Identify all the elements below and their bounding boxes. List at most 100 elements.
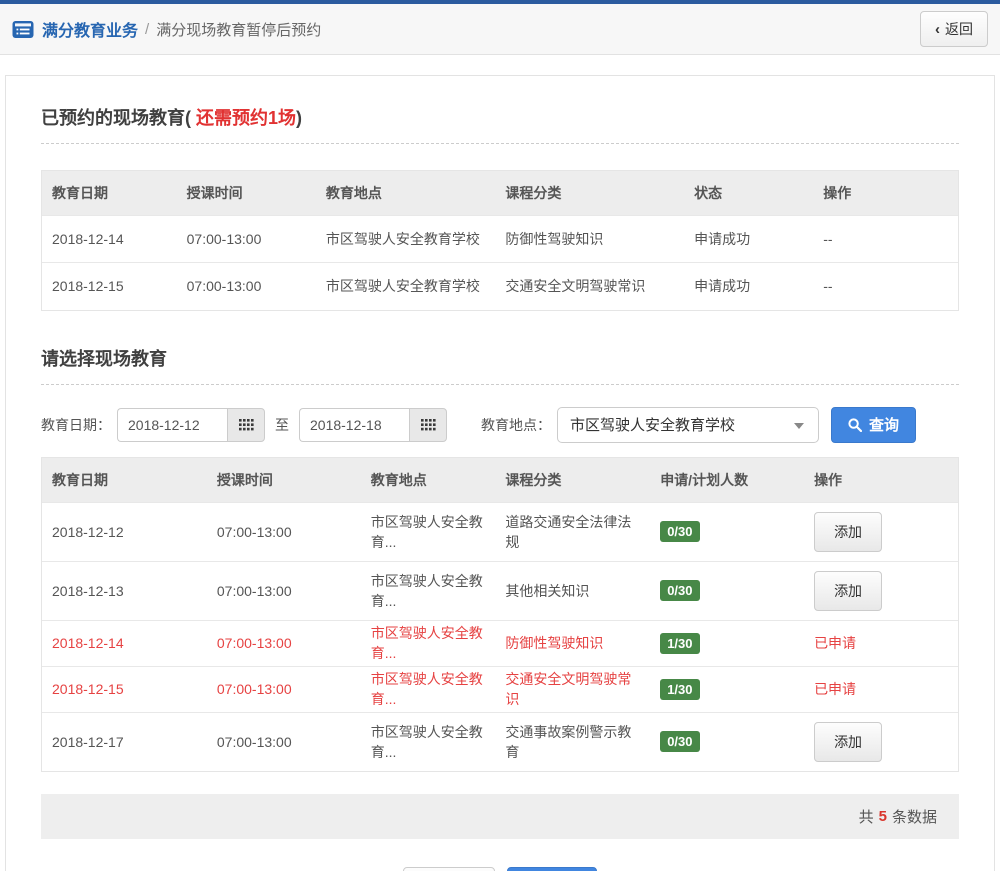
column-header: 教育地点 xyxy=(360,457,496,502)
calendar-grid-icon xyxy=(420,418,436,430)
booked-title-prefix: 已预约的现场教育( xyxy=(41,108,191,128)
cell-count: 0/30 xyxy=(650,560,805,620)
cell-date: 2018-12-14 xyxy=(42,215,177,263)
filter-bar: 教育日期： 至 xyxy=(41,406,959,443)
cell-operation[interactable]: 添加 xyxy=(804,711,958,771)
schedule-table: 教育日期 授课时间 教育地点 课程分类 申请/计划人数 操作 2018-12-12 07:0… xyxy=(41,456,959,772)
booked-table-row: 2018-12-14 07:00-13:00 市区驾驶人安全教育学校 防御性驾驶知识申… xyxy=(42,215,958,263)
calendar-grid-icon xyxy=(238,418,254,430)
record-count-bar: 共 5 条数据 xyxy=(41,794,959,839)
breadcrumb-root-link[interactable]: 满分教育业务 xyxy=(42,17,138,41)
cell-category: 交通事故案例警示教育 xyxy=(495,711,651,771)
column-header: 授课时间 xyxy=(206,457,361,502)
cell-operation: 已申请 xyxy=(804,619,958,666)
chevron-left-icon: ‹ xyxy=(935,20,940,38)
cell-location: 市区驾驶人安全教育... xyxy=(360,665,496,712)
cell-date: 2018-12-15 xyxy=(42,665,207,712)
count-suffix: 条数据 xyxy=(891,809,937,826)
cell-operation: -- xyxy=(813,262,958,310)
search-button[interactable]: 查询 xyxy=(831,406,917,443)
breadcrumb-separator: / xyxy=(145,20,150,38)
schedule-table-row: 2018-12-17 07:00-13:00 市区驾驶人安全教育... 交通事故案例警… xyxy=(42,711,958,771)
content-card: 已预约的现场教育( 还需预约1场) 教育日期 授课时间 教育地点 课程分类 状态 操作 2… xyxy=(5,75,995,871)
column-header: 课程分类 xyxy=(495,171,685,216)
column-header: 操作 xyxy=(813,171,958,216)
cell-location: 市区驾驶人安全教育... xyxy=(360,501,496,561)
booked-table: 教育日期 授课时间 教育地点 课程分类 状态 操作 2018-12-14 07:00-13:… xyxy=(41,170,959,311)
schedule-table-header-row: 教育日期 授课时间 教育地点 课程分类 申请/计划人数 操作 xyxy=(42,457,958,502)
breadcrumb-current: 满分现场教育暂停后预约 xyxy=(156,21,322,39)
select-section-title: 请选择现场教育 xyxy=(41,345,959,385)
search-button-label: 查询 xyxy=(869,417,900,434)
applied-status-text: 已申请 xyxy=(814,681,857,697)
back-button-label: 返回 xyxy=(945,21,973,37)
cell-status: 申请成功 xyxy=(684,262,814,310)
column-header: 状态 xyxy=(684,171,814,216)
cell-count: 0/30 xyxy=(650,501,805,561)
date-from-calendar-button[interactable] xyxy=(227,407,265,442)
column-header: 申请/计划人数 xyxy=(650,457,805,502)
cell-count: 1/30 xyxy=(650,665,805,712)
list-icon xyxy=(12,20,34,39)
booked-title-highlight: 还需预约1场 xyxy=(191,108,297,128)
add-button[interactable]: 添加 xyxy=(814,570,883,611)
date-range-to-label: 至 xyxy=(275,416,289,433)
cell-category: 交通安全文明驾驶常识 xyxy=(495,262,685,310)
date-to-group xyxy=(299,407,447,442)
column-header: 操作 xyxy=(804,457,958,502)
date-from-group xyxy=(117,407,265,442)
cell-date: 2018-12-17 xyxy=(42,711,207,771)
cell-operation: -- xyxy=(813,215,958,263)
cell-location: 市区驾驶人安全教育... xyxy=(360,619,496,666)
cell-location: 市区驾驶人安全教育... xyxy=(360,711,496,771)
cell-operation: 已申请 xyxy=(804,665,958,712)
count-badge: 0/30 xyxy=(660,731,700,753)
bottom-actions: 上一步 保 存 xyxy=(41,867,959,871)
cell-time: 07:00-13:00 xyxy=(176,262,316,310)
cell-status: 申请成功 xyxy=(684,215,814,263)
save-button[interactable]: 保 存 xyxy=(507,867,597,871)
booked-table-body: 2018-12-14 07:00-13:00 市区驾驶人安全教育学校 防御性驾驶知识申… xyxy=(42,215,958,310)
cell-date: 2018-12-12 xyxy=(42,501,207,561)
cell-time: 07:00-13:00 xyxy=(206,501,361,561)
cell-category: 防御性驾驶知识 xyxy=(495,215,685,263)
column-header: 课程分类 xyxy=(495,457,651,502)
location-select[interactable]: 市区驾驶人安全教育学校 xyxy=(557,406,819,443)
cell-category: 防御性驾驶知识 xyxy=(495,619,651,666)
count-badge: 0/30 xyxy=(660,580,700,601)
search-icon xyxy=(848,417,862,432)
previous-step-button[interactable]: 上一步 xyxy=(403,867,496,871)
cell-count: 1/30 xyxy=(650,619,805,666)
cell-category: 道路交通安全法律法规 xyxy=(495,501,651,561)
cell-location: 市区驾驶人安全教育学校 xyxy=(315,215,496,263)
add-button[interactable]: 添加 xyxy=(814,721,883,762)
cell-time: 07:00-13:00 xyxy=(206,619,361,666)
applied-status-text: 已申请 xyxy=(814,635,857,651)
date-from-input[interactable] xyxy=(117,407,227,442)
column-header: 教育日期 xyxy=(42,171,177,216)
count-prefix: 共 xyxy=(858,809,874,826)
cell-operation[interactable]: 添加 xyxy=(804,560,958,620)
back-button[interactable]: ‹ 返回 xyxy=(920,11,988,47)
cell-date: 2018-12-14 xyxy=(42,619,207,666)
cell-operation[interactable]: 添加 xyxy=(804,501,958,561)
cell-category: 交通安全文明驾驶常识 xyxy=(495,665,651,712)
cell-time: 07:00-13:00 xyxy=(206,711,361,771)
count-number: 5 xyxy=(878,808,887,825)
schedule-table-row: 2018-12-14 07:00-13:00 市区驾驶人安全教育... 防御性驾驶知识… xyxy=(42,619,958,666)
chevron-down-icon xyxy=(794,422,804,429)
schedule-table-row: 2018-12-13 07:00-13:00 市区驾驶人安全教育... 其他相关知识 0… xyxy=(42,560,958,620)
cell-count: 0/30 xyxy=(650,711,805,771)
count-badge: 0/30 xyxy=(660,521,700,542)
cell-location: 市区驾驶人安全教育学校 xyxy=(315,262,496,310)
date-to-input[interactable] xyxy=(299,407,409,442)
count-badge: 1/30 xyxy=(660,632,700,654)
booked-table-header-row: 教育日期 授课时间 教育地点 课程分类 状态 操作 xyxy=(42,171,958,216)
column-header: 教育地点 xyxy=(315,171,496,216)
date-to-calendar-button[interactable] xyxy=(409,407,447,442)
cell-time: 07:00-13:00 xyxy=(206,665,361,712)
cell-date: 2018-12-13 xyxy=(42,560,207,620)
date-filter-label: 教育日期： xyxy=(41,416,111,433)
add-button[interactable]: 添加 xyxy=(814,511,883,552)
cell-date: 2018-12-15 xyxy=(42,262,177,310)
